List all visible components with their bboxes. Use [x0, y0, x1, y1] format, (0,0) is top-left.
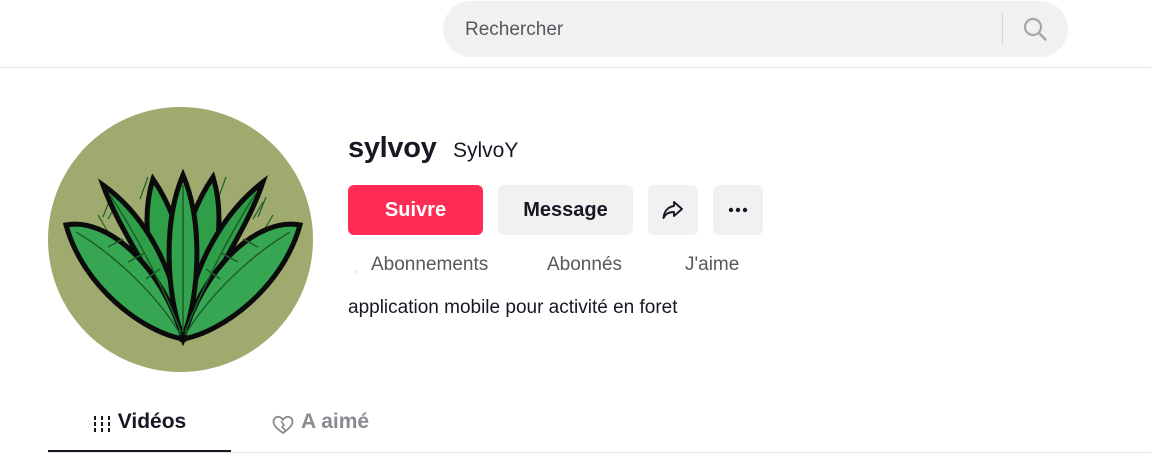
profile-username: sylvoy [348, 132, 437, 164]
tab-liked-label: A aimé [301, 410, 370, 433]
avatar[interactable] [48, 107, 313, 372]
more-icon [727, 207, 749, 213]
profile-nickname: SylvoY [453, 139, 519, 162]
heart-icon [272, 415, 294, 435]
followers-stat[interactable]: Abonnés [547, 254, 622, 276]
profile-bio: application mobile pour activité en fore… [348, 297, 678, 318]
more-button[interactable] [713, 185, 763, 235]
search-input[interactable] [463, 1, 997, 59]
tabs-divider [48, 452, 1151, 453]
active-tab-indicator [48, 450, 231, 452]
tab-videos-label: Vidéos [117, 410, 187, 433]
search-icon [1022, 16, 1048, 42]
tab-liked[interactable]: A aimé [272, 410, 369, 454]
top-bar [0, 0, 1151, 68]
following-stat[interactable]: Abonnements [371, 254, 488, 276]
leaf-logo-icon [62, 168, 304, 347]
search-bar[interactable] [443, 1, 1068, 59]
share-button[interactable] [648, 185, 698, 235]
follow-button[interactable]: Suivre [348, 185, 483, 235]
grid-bars-icon [93, 415, 111, 433]
share-icon [661, 199, 685, 221]
stat-marker [355, 270, 358, 273]
tab-videos[interactable]: Vidéos [48, 410, 231, 454]
message-button[interactable]: Message [498, 185, 633, 235]
likes-stat: J'aime [685, 254, 740, 275]
search-divider [1002, 13, 1003, 45]
search-button[interactable] [1009, 7, 1061, 51]
